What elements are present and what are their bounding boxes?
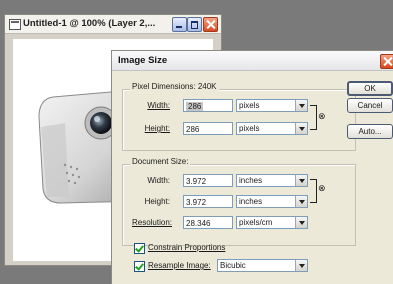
constrain-proportions-label[interactable]: Constrain Proportions [148,243,225,252]
maximize-button[interactable] [187,17,202,32]
chevron-down-icon [295,175,307,186]
chevron-down-icon [295,123,307,134]
doc-width-label: Width: [147,176,170,185]
image-size-dialog: Image Size Pixel Dimensions: 240K Width:… [111,50,393,284]
resample-method-select[interactable]: Bicubic [217,259,308,272]
doc-height-input[interactable]: 3.972 [183,195,233,208]
document-icon [9,19,21,30]
resample-image-label[interactable]: Resample Image: [148,261,211,270]
pixel-width-unit-select[interactable]: pixels [236,99,308,112]
doc-link-bracket [310,179,317,203]
chevron-down-icon [295,217,307,228]
resolution-label: Resolution: [131,218,172,227]
pixel-height-label: Height: [144,124,170,133]
link-chain-icon: ⊗ [318,111,326,121]
resolution-unit-select[interactable]: pixels/cm [236,216,308,229]
chevron-down-icon [295,100,307,111]
doc-height-unit-select[interactable]: inches [236,195,308,208]
chevron-down-icon [295,196,307,207]
resample-image-checkbox[interactable] [134,261,145,272]
chevron-down-icon [295,260,307,271]
pixel-link-bracket [310,105,317,130]
pixel-width-label: Width: [147,101,170,110]
document-title: Untitled-1 @ 100% (Layer 2,... [23,18,156,29]
auto-button[interactable]: Auto... [347,124,393,139]
resolution-input[interactable]: 28.346 [183,216,233,229]
dialog-close-button[interactable] [380,54,393,69]
doc-width-unit-select[interactable]: inches [236,174,308,187]
doc-width-input[interactable]: 3.972 [183,174,233,187]
pixel-height-input[interactable]: 286 [183,122,233,135]
pixel-dimensions-label: Pixel Dimensions: 240K [130,82,219,91]
doc-height-label: Height: [144,197,170,206]
dialog-titlebar[interactable]: Image Size [112,51,393,71]
constrain-proportions-checkbox[interactable] [134,243,145,254]
close-button[interactable] [203,17,218,32]
minimize-button[interactable] [172,17,187,32]
dialog-title: Image Size [118,55,168,66]
pixel-width-input[interactable]: 286 [183,99,233,112]
document-size-label: Document Size: [130,157,191,166]
pixel-dimensions-size: 240K [197,82,217,91]
pixel-height-unit-select[interactable]: pixels [236,122,308,135]
cancel-button[interactable]: Cancel [347,98,393,113]
ok-button[interactable]: OK [347,81,393,96]
link-chain-icon: ⊗ [318,183,326,193]
document-titlebar[interactable]: Untitled-1 @ 100% (Layer 2,... [5,15,221,34]
